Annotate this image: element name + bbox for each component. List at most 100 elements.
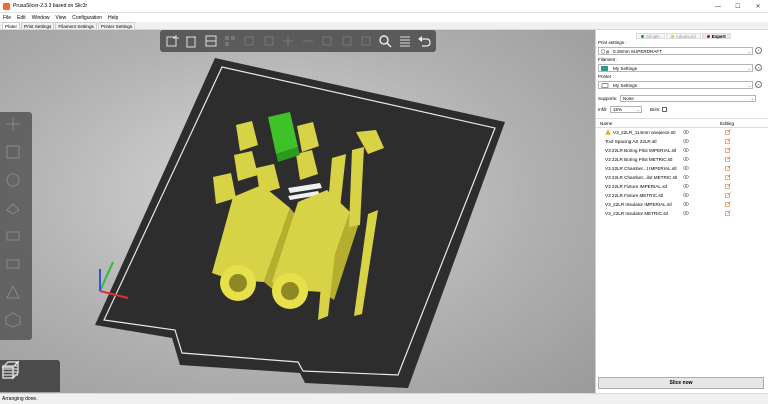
supports-select[interactable]: None ⌄ <box>620 95 756 102</box>
edit-icon[interactable] <box>725 201 731 207</box>
tab-plater[interactable]: Plater <box>2 22 21 29</box>
chevron-down-icon: ⌄ <box>747 49 751 54</box>
print-settings-reset-icon[interactable]: × <box>755 47 762 54</box>
hollow-icon[interactable] <box>5 312 27 332</box>
add-icon[interactable] <box>164 32 179 50</box>
edit-icon[interactable] <box>725 165 731 171</box>
edit-icon[interactable] <box>725 174 731 180</box>
model-end-right-hole <box>281 282 299 300</box>
3d-viewport[interactable] <box>0 30 595 393</box>
seam-painting-icon[interactable] <box>5 284 27 304</box>
move-icon[interactable] <box>5 116 27 136</box>
menu-configuration[interactable]: Configuration <box>72 15 102 21</box>
layers-icon[interactable] <box>397 32 412 50</box>
list-item[interactable]: V3 22LR Boring Pilot IMPERIAL.stl <box>596 146 768 155</box>
brim-checkbox[interactable] <box>662 107 667 112</box>
column-name[interactable]: Name <box>600 119 612 128</box>
slice-now-button[interactable]: Slice now <box>598 377 764 389</box>
split-parts-icon[interactable] <box>339 32 354 50</box>
filament-combo[interactable]: My Settings ⌄ <box>598 64 753 72</box>
eye-icon[interactable] <box>683 166 689 170</box>
filament-color-swatch[interactable] <box>601 66 608 71</box>
search-icon[interactable] <box>378 32 393 50</box>
edit-icon[interactable] <box>725 192 731 198</box>
edit-icon[interactable] <box>725 210 731 216</box>
edit-icon[interactable] <box>725 183 731 189</box>
tab-filament-settings[interactable]: Filament Settings <box>55 22 97 29</box>
chevron-down-icon: ⌄ <box>750 96 754 101</box>
filament-reset-icon[interactable]: × <box>755 64 762 71</box>
list-item[interactable]: V3_22LR Insulator METRIC.stl <box>596 209 768 218</box>
mode-advanced[interactable]: Advanced <box>665 33 701 39</box>
print-settings-label: Print settings : <box>598 40 627 45</box>
object-list: Name Editing V3_22LR_114mm onepiece.stl … <box>596 118 768 373</box>
column-editing[interactable]: Editing <box>720 119 734 128</box>
infill-value: 15% <box>613 107 623 112</box>
remove-instance-icon[interactable] <box>300 32 315 50</box>
eye-icon[interactable] <box>683 193 689 197</box>
delete-all-icon[interactable] <box>203 32 218 50</box>
list-item[interactable]: V3_22LR Insulator IMPERIAL.stl <box>596 200 768 209</box>
mode-expert[interactable]: Expert <box>701 33 731 39</box>
paste-icon[interactable] <box>261 32 276 50</box>
list-item[interactable]: V3 22LR Chamber...ilot METRIC.stl <box>596 173 768 182</box>
tab-print-settings[interactable]: Print Settings <box>21 22 55 29</box>
mode-advanced-label: Advanced <box>675 33 696 39</box>
printer-reset-icon[interactable]: × <box>755 81 762 88</box>
minimize-button[interactable]: — <box>708 0 728 13</box>
simple-mode-dot-icon <box>641 34 644 38</box>
menu-edit[interactable]: Edit <box>17 15 26 21</box>
mode-simple[interactable]: Simple <box>636 33 665 39</box>
menu-view[interactable]: View <box>55 15 66 21</box>
eye-icon[interactable] <box>683 130 689 134</box>
expert-mode-dot-icon <box>706 34 710 38</box>
object-name: V3 22LR Boring Pilot IMPERIAL.stl <box>605 148 677 153</box>
eye-icon[interactable] <box>683 184 689 188</box>
place-on-face-icon[interactable] <box>5 200 27 220</box>
edit-icon[interactable] <box>725 147 731 153</box>
add-instance-icon[interactable] <box>281 32 296 50</box>
list-item[interactable]: V3 22LR Boring Pilot METRIC.stl <box>596 155 768 164</box>
tab-printer-settings[interactable]: Printer Settings <box>97 22 136 29</box>
close-button[interactable]: ✕ <box>748 0 768 13</box>
list-item[interactable]: V3 22LR Fixture IMPERIAL.stl <box>596 182 768 191</box>
edit-icon[interactable] <box>725 129 731 135</box>
printer-label: Printer : <box>598 74 614 79</box>
rotate-icon[interactable] <box>5 172 27 192</box>
arrange-icon[interactable] <box>222 32 237 50</box>
maximize-button[interactable]: ☐ <box>728 0 748 13</box>
preview-icon[interactable] <box>2 364 56 388</box>
eye-icon[interactable] <box>683 157 689 161</box>
list-item[interactable]: V3 22LR Fixture METRIC.stl <box>596 191 768 200</box>
print-settings-combo[interactable]: 0.28mm SUPERDRAFT ⌄ <box>598 47 753 55</box>
eye-icon[interactable] <box>683 139 689 143</box>
paint-supports-icon[interactable] <box>5 256 27 276</box>
list-item[interactable]: V3_22LR_114mm onepiece.stl <box>596 128 768 137</box>
scale-icon[interactable] <box>5 144 27 164</box>
eye-icon[interactable] <box>683 202 689 206</box>
infill-select[interactable]: 15% ⌄ <box>610 106 642 113</box>
undo-icon[interactable] <box>416 32 431 50</box>
variable-layer-height-icon[interactable] <box>358 32 373 50</box>
copy-icon[interactable] <box>242 32 257 50</box>
eye-icon[interactable] <box>683 211 689 215</box>
split-objects-icon[interactable] <box>319 32 334 50</box>
list-item[interactable]: V3 22LR Chamber...t IMPERIAL.stl <box>596 164 768 173</box>
printer-combo[interactable]: My Settings ⌄ <box>598 81 753 89</box>
list-item[interactable]: Tool Spacing AS 22LR.stl <box>596 137 768 146</box>
window-controls: — ☐ ✕ <box>708 0 768 13</box>
eye-icon[interactable] <box>683 148 689 152</box>
object-list-header: Name Editing <box>596 119 768 128</box>
edit-icon[interactable] <box>725 138 731 144</box>
filament-label: Filament : <box>598 57 618 62</box>
edit-icon[interactable] <box>725 156 731 162</box>
top-toolbar <box>160 30 436 52</box>
chevron-down-icon: ⌄ <box>636 107 640 112</box>
object-name: Tool Spacing AS 22LR.stl <box>605 139 657 144</box>
cut-icon[interactable] <box>5 228 27 248</box>
delete-icon[interactable] <box>183 32 198 50</box>
menu-help[interactable]: Help <box>108 15 118 21</box>
menu-window[interactable]: Window <box>32 15 50 21</box>
menu-file[interactable]: File <box>3 15 11 21</box>
eye-icon[interactable] <box>683 175 689 179</box>
